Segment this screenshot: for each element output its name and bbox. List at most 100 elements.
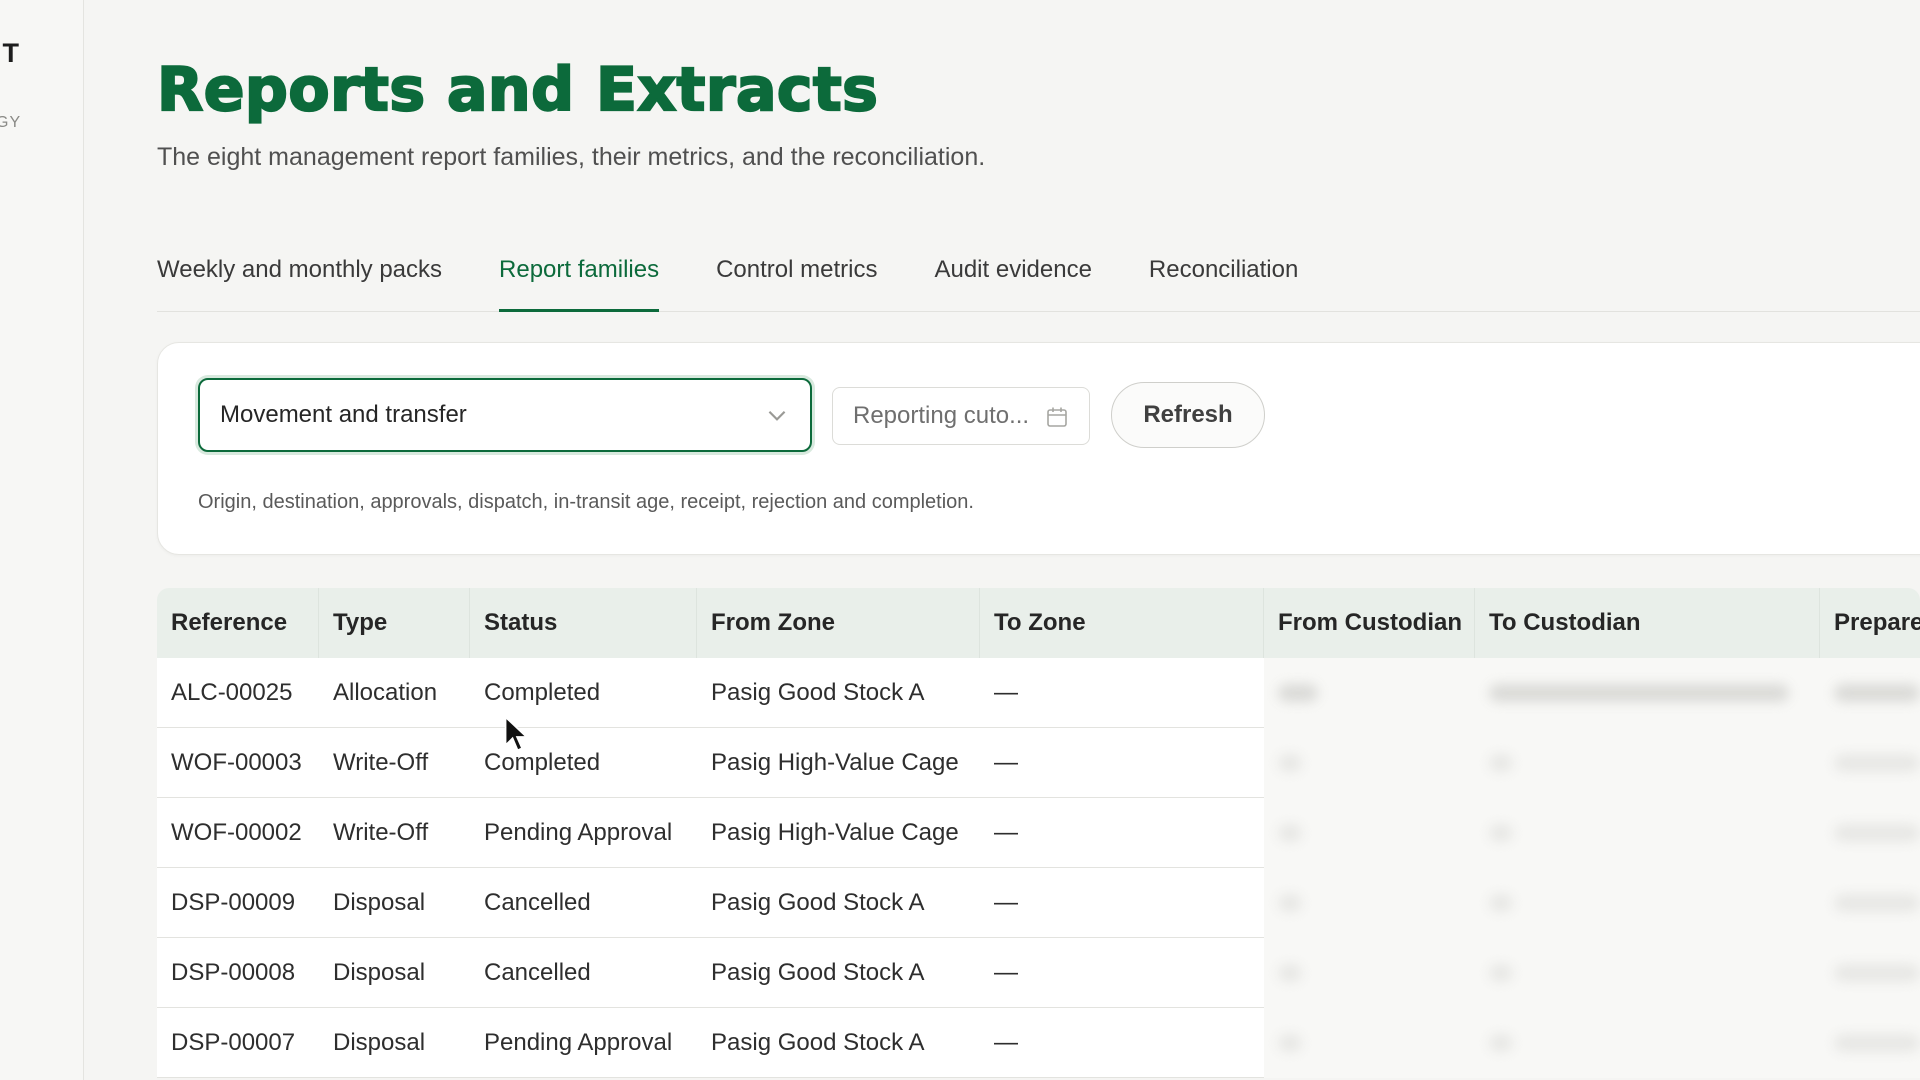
redacted-value	[1834, 824, 1920, 842]
cell-from-zone: Pasig Good Stock A	[697, 658, 980, 728]
redacted-value	[1489, 894, 1513, 912]
cell-type: Write-Off	[319, 728, 470, 798]
table-row[interactable]: ALC-00025 Allocation Completed Pasig Good S…	[157, 658, 1920, 728]
column-header-to-zone[interactable]: To Zone	[980, 588, 1264, 658]
redacted-value	[1278, 1034, 1302, 1052]
redacted-value	[1834, 1034, 1920, 1052]
blurred-cell	[1820, 728, 1920, 798]
cell-to-zone: —	[980, 728, 1264, 798]
column-header-from-custodian[interactable]: From Custodian	[1264, 588, 1475, 658]
chevron-down-icon	[768, 410, 786, 421]
calendar-icon[interactable]	[1045, 405, 1069, 429]
blurred-cell	[1820, 1008, 1920, 1078]
blurred-cell	[1264, 868, 1475, 938]
blurred-cell	[1820, 938, 1920, 1008]
cell-from-zone: Pasig Good Stock A	[697, 868, 980, 938]
cell-from-zone: Pasig Good Stock A	[697, 1008, 980, 1078]
cell-reference: DSP-00009	[157, 868, 319, 938]
page-title: Reports and Extracts	[156, 54, 879, 126]
redacted-value	[1278, 824, 1302, 842]
column-header-reference[interactable]: Reference	[157, 588, 319, 658]
table-row[interactable]: DSP-00008 Disposal Cancelled Pasig Good Sto…	[157, 938, 1920, 1008]
page-subtitle: The eight management report families, th…	[157, 143, 986, 171]
redacted-value	[1489, 684, 1789, 702]
redacted-value	[1278, 964, 1302, 982]
cell-reference: WOF-00002	[157, 798, 319, 868]
report-table: Reference Type Status From Zone To Zone …	[157, 588, 1920, 1078]
cell-from-zone: Pasig High-Value Cage	[697, 728, 980, 798]
table-row[interactable]: DSP-00009 Disposal Cancelled Pasig Good Sto…	[157, 868, 1920, 938]
blurred-cell	[1475, 798, 1820, 868]
cell-reference: DSP-00007	[157, 1008, 319, 1078]
column-header-status[interactable]: Status	[470, 588, 697, 658]
redacted-value	[1834, 964, 1920, 982]
cell-to-zone: —	[980, 1008, 1264, 1078]
table-row[interactable]: DSP-00007 Disposal Pending Approval Pasig G…	[157, 1008, 1920, 1078]
cell-to-zone: —	[980, 658, 1264, 728]
redacted-value	[1278, 894, 1302, 912]
column-header-from-zone[interactable]: From Zone	[697, 588, 980, 658]
cell-to-zone: —	[980, 798, 1264, 868]
redacted-value	[1834, 894, 1920, 912]
blurred-cell	[1475, 1008, 1820, 1078]
reporting-cutoff-placeholder: Reporting cuto...	[853, 402, 1030, 429]
blurred-cell	[1264, 1008, 1475, 1078]
redacted-value	[1489, 964, 1513, 982]
blurred-cell	[1475, 658, 1820, 728]
main-content: Reports and Extracts The eight managemen…	[156, 0, 1920, 1080]
cell-type: Disposal	[319, 1008, 470, 1078]
tab-reconciliation[interactable]: Reconciliation	[1149, 250, 1298, 312]
redacted-value	[1278, 684, 1318, 702]
redacted-value	[1834, 684, 1920, 702]
refresh-button[interactable]: Refresh	[1111, 382, 1265, 448]
blurred-cell	[1264, 728, 1475, 798]
redacted-value	[1278, 754, 1302, 772]
filter-card: Movement and transfer Reporting cuto... …	[157, 342, 1920, 555]
tab-bar: Weekly and monthly packs Report families…	[157, 250, 1920, 312]
blurred-cell	[1820, 798, 1920, 868]
blurred-cell	[1475, 938, 1820, 1008]
cell-to-zone: —	[980, 868, 1264, 938]
table-header-row: Reference Type Status From Zone To Zone …	[157, 588, 1920, 658]
column-header-type[interactable]: Type	[319, 588, 470, 658]
tab-report-families[interactable]: Report families	[499, 250, 660, 312]
redacted-value	[1834, 754, 1920, 772]
column-header-prepared[interactable]: Prepare	[1820, 588, 1920, 658]
cell-from-zone: Pasig High-Value Cage	[697, 798, 980, 868]
blurred-cell	[1264, 938, 1475, 1008]
blurred-cell	[1264, 658, 1475, 728]
tab-control-metrics[interactable]: Control metrics	[716, 250, 877, 312]
tab-weekly-monthly-packs[interactable]: Weekly and monthly packs	[157, 250, 442, 312]
blurred-cell	[1475, 728, 1820, 798]
blurred-cell	[1475, 868, 1820, 938]
cell-from-zone: Pasig Good Stock A	[697, 938, 980, 1008]
blurred-cell	[1820, 868, 1920, 938]
redacted-value	[1489, 754, 1513, 772]
report-family-select-value: Movement and transfer	[220, 401, 467, 428]
cell-status: Pending Approval	[470, 798, 697, 868]
cell-type: Disposal	[319, 938, 470, 1008]
cell-status: Cancelled	[470, 868, 697, 938]
cell-reference: ALC-00025	[157, 658, 319, 728]
table-row[interactable]: WOF-00002 Write-Off Pending Approval Pasig …	[157, 798, 1920, 868]
column-header-to-custodian[interactable]: To Custodian	[1475, 588, 1820, 658]
report-family-select[interactable]: Movement and transfer	[198, 378, 812, 452]
cell-reference: WOF-00003	[157, 728, 319, 798]
redacted-value	[1489, 1034, 1513, 1052]
brand-logo-text[interactable]: IT	[0, 38, 20, 69]
blurred-cell	[1264, 798, 1475, 868]
cell-type: Allocation	[319, 658, 470, 728]
mouse-pointer-icon	[504, 716, 529, 752]
table-body: ALC-00025 Allocation Completed Pasig Good S…	[157, 658, 1920, 1078]
report-family-description: Origin, destination, approvals, dispatch…	[198, 491, 974, 513]
cell-status: Pending Approval	[470, 1008, 697, 1078]
cell-type: Disposal	[319, 868, 470, 938]
table-row[interactable]: WOF-00003 Write-Off Completed Pasig High-Va…	[157, 728, 1920, 798]
tab-audit-evidence[interactable]: Audit evidence	[934, 250, 1091, 312]
blurred-cell	[1820, 658, 1920, 728]
redacted-value	[1489, 824, 1513, 842]
brand-subtitle: GY	[0, 114, 22, 131]
sidebar: IT GY	[0, 0, 84, 1080]
reporting-cutoff-input[interactable]: Reporting cuto...	[832, 387, 1090, 445]
cell-to-zone: —	[980, 938, 1264, 1008]
